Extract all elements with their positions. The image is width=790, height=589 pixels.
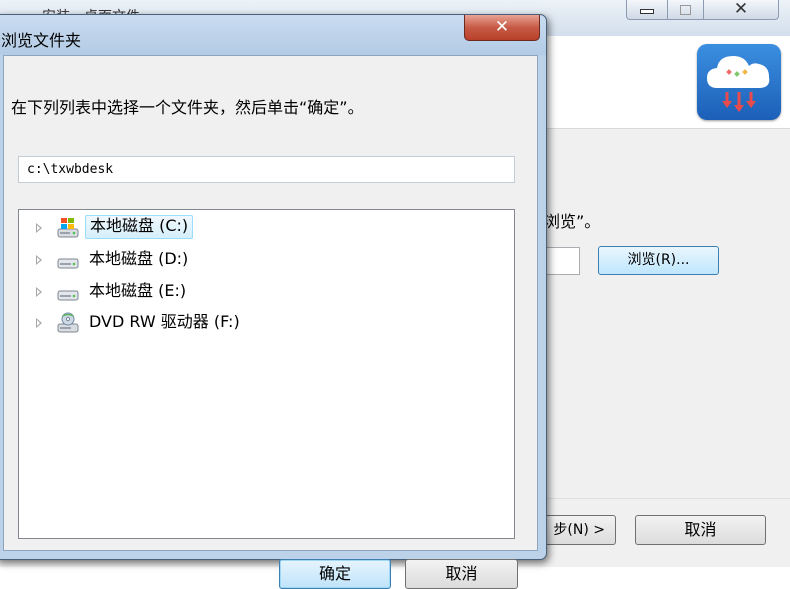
dialog-prompt: 在下列列表中选择一个文件夹，然后单击“确定”。 (11, 98, 364, 117)
tree-item-label: 本地磁盘 (D:) (89, 249, 189, 268)
installer-close-button[interactable]: ✕ (703, 0, 779, 20)
dialog-titlebar[interactable]: 浏览文件夹 ✕ (0, 15, 546, 55)
tree-item-drive-c[interactable]: 本地磁盘 (C:) (19, 215, 279, 241)
dvd-drive-icon (55, 312, 81, 334)
maximize-icon (680, 5, 691, 15)
folder-path-field[interactable]: c:\txwbdesk (18, 156, 515, 183)
installer-cancel-button[interactable]: 取消 (635, 515, 766, 545)
browse-button[interactable]: 浏览(R)... (598, 246, 719, 275)
hard-drive-icon (55, 281, 81, 303)
expand-arrow-icon[interactable] (36, 223, 42, 233)
tree-item-label: 本地磁盘 (C:) (85, 215, 194, 239)
close-icon: ✕ (494, 17, 510, 37)
tree-item-drive-d[interactable]: 本地磁盘 (D:) (19, 247, 279, 273)
tree-item-label: 本地磁盘 (E:) (89, 281, 187, 300)
minimize-button[interactable] (626, 0, 668, 20)
tree-item-drive-f[interactable]: DVD RW 驱动器 (F:) (19, 310, 279, 336)
cloud-download-icon (697, 44, 781, 120)
browse-folder-dialog: 浏览文件夹 ✕ 在下列列表中选择一个文件夹，然后单击“确定”。 c:\txwbd… (0, 14, 547, 589)
tree-item-label: DVD RW 驱动器 (F:) (89, 312, 240, 331)
hard-drive-icon (55, 249, 81, 271)
minimize-icon (640, 9, 654, 14)
installer-instruction-text: 浏览”。 (544, 212, 601, 231)
system-drive-icon (55, 217, 81, 239)
expand-arrow-icon[interactable] (36, 287, 42, 297)
close-icon: ✕ (733, 0, 749, 19)
dialog-body: 在下列列表中选择一个文件夹，然后单击“确定”。 c:\txwbdesk 本地磁盘… (3, 55, 538, 589)
dialog-close-button[interactable]: ✕ (464, 15, 540, 41)
dialog-title: 浏览文件夹 (1, 31, 82, 50)
folder-tree[interactable]: 本地磁盘 (C:) 本地磁盘 (D:) 本地磁盘 (E:) DVD RW 驱动器… (18, 209, 515, 539)
ok-button[interactable]: 确定 (279, 559, 391, 589)
maximize-button[interactable] (667, 0, 704, 20)
footer-divider (540, 498, 790, 499)
expand-arrow-icon[interactable] (36, 255, 42, 265)
expand-arrow-icon[interactable] (36, 318, 42, 328)
cancel-button[interactable]: 取消 (405, 559, 518, 589)
tree-item-drive-e[interactable]: 本地磁盘 (E:) (19, 279, 279, 305)
